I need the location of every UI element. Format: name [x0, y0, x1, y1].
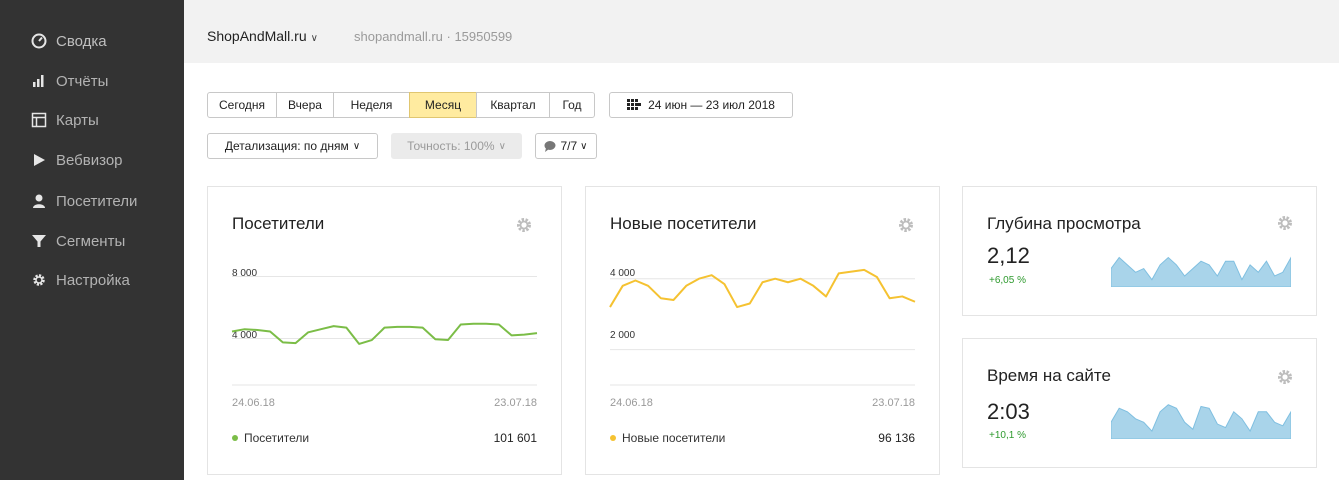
widget-settings-gear-icon[interactable] — [1276, 214, 1294, 232]
bar-chart-icon — [30, 72, 48, 90]
sidebar-item-reports[interactable]: Отчёты — [0, 62, 184, 100]
metric-value: 2,12 — [987, 243, 1030, 268]
sidebar-item-segments[interactable]: Сегменты — [0, 222, 184, 260]
sparkline-area — [1111, 256, 1291, 287]
visitors-widget: Посетители 8 000 4 000 24.06.18 23.07.18… — [207, 186, 562, 475]
site-counter: shopandmall.ru · 15950599 — [354, 29, 513, 44]
attribution-dropdown[interactable]: 7/7 ∨ — [535, 133, 597, 159]
date-range-picker[interactable]: 24 июн — 23 июл 2018 — [609, 92, 793, 118]
sidebar-item-label: Посетители — [56, 192, 138, 210]
tab-yesterday[interactable]: Вчера — [276, 92, 334, 118]
site-selector[interactable]: ShopAndMall.ru ∨ — [207, 28, 318, 44]
accuracy-dropdown[interactable]: Точность: 100% ∨ — [391, 133, 522, 159]
site-header: ShopAndMall.ru ∨ shopandmall.ru · 1595059… — [184, 0, 1339, 63]
time-sparkline — [1111, 404, 1291, 439]
dashboard-gauge-icon — [30, 32, 48, 50]
tab-quarter[interactable]: Квартал — [476, 92, 550, 118]
date-end-label: 23.07.18 — [494, 397, 537, 409]
metric-value: 2:03 — [987, 399, 1030, 424]
map-layout-icon — [30, 111, 48, 129]
legend-dot — [610, 435, 616, 441]
sidebar-item-webvisor[interactable]: Вебвизор — [0, 141, 184, 179]
series-total: 96 136 — [878, 431, 915, 445]
sidebar-item-label: Вебвизор — [56, 151, 123, 169]
depth-widget: Глубина просмотра 2,12 +6,05 % — [962, 186, 1317, 316]
tab-today[interactable]: Сегодня — [207, 92, 277, 118]
play-icon — [30, 151, 48, 169]
tab-month[interactable]: Месяц — [409, 92, 477, 118]
chevron-down-icon: ∨ — [310, 33, 318, 44]
detail-dropdown[interactable]: Детализация: по дням ∨ — [207, 133, 378, 159]
legend-label: Новые посетители — [622, 431, 726, 445]
sidebar-item-label: Сводка — [56, 32, 107, 50]
date-end-label: 23.07.18 — [872, 397, 915, 409]
metric-delta: +6,05 % — [989, 275, 1026, 286]
new-visitors-widget: Новые посетители 4 000 2 000 24.06.18 23… — [585, 186, 940, 475]
legend-dot — [232, 435, 238, 441]
sidebar-item-settings[interactable]: Настройка — [0, 261, 184, 299]
accuracy-label: Точность: 100% — [407, 139, 495, 153]
calendar-icon — [627, 99, 642, 111]
series-legend: Новые посетители — [610, 431, 725, 445]
date-start-label: 24.06.18 — [610, 397, 653, 409]
series-total: 101 601 — [493, 431, 537, 445]
sidebar-item-label: Настройка — [56, 271, 130, 289]
sidebar-item-summary[interactable]: Сводка — [0, 22, 184, 60]
widget-title: Глубина просмотра — [987, 214, 1141, 233]
sidebar-item-label: Сегменты — [56, 232, 126, 250]
sidebar-item-label: Карты — [56, 111, 99, 129]
series-line — [231, 322, 538, 345]
tab-year[interactable]: Год — [549, 92, 595, 118]
sidebar-item-label: Отчёты — [56, 72, 109, 90]
sidebar-item-visitors[interactable]: Посетители — [0, 182, 184, 220]
date-start-label: 24.06.18 — [232, 397, 275, 409]
tab-week[interactable]: Неделя — [333, 92, 410, 118]
series-legend: Посетители — [232, 431, 309, 445]
metric-delta: +10,1 % — [989, 430, 1026, 441]
attribution-label: 7/7 — [560, 139, 578, 153]
site-name: ShopAndMall.ru — [207, 28, 307, 44]
series-line — [609, 268, 916, 309]
chevron-down-icon: ∨ — [352, 140, 361, 152]
chevron-down-icon: ∨ — [498, 140, 506, 152]
person-icon — [30, 192, 48, 210]
detail-label: Детализация: по дням — [224, 139, 349, 153]
gear-icon — [30, 271, 48, 289]
widget-settings-gear-icon[interactable] — [1276, 368, 1294, 386]
legend-label: Посетители — [244, 431, 310, 445]
chevron-down-icon: ∨ — [580, 140, 588, 152]
sidebar-item-maps[interactable]: Карты — [0, 101, 184, 139]
date-range-label: 24 июн — 23 июл 2018 — [648, 98, 775, 112]
depth-sparkline — [1111, 256, 1291, 287]
time-on-site-widget: Время на сайте 2:03 +10,1 % — [962, 338, 1317, 468]
widget-title: Время на сайте — [987, 366, 1111, 385]
comment-icon — [544, 140, 556, 152]
sidebar: Сводка Отчёты Карты Вебвизор Посетители … — [0, 0, 184, 480]
sparkline-area — [1111, 404, 1291, 439]
filter-funnel-icon — [30, 232, 48, 250]
